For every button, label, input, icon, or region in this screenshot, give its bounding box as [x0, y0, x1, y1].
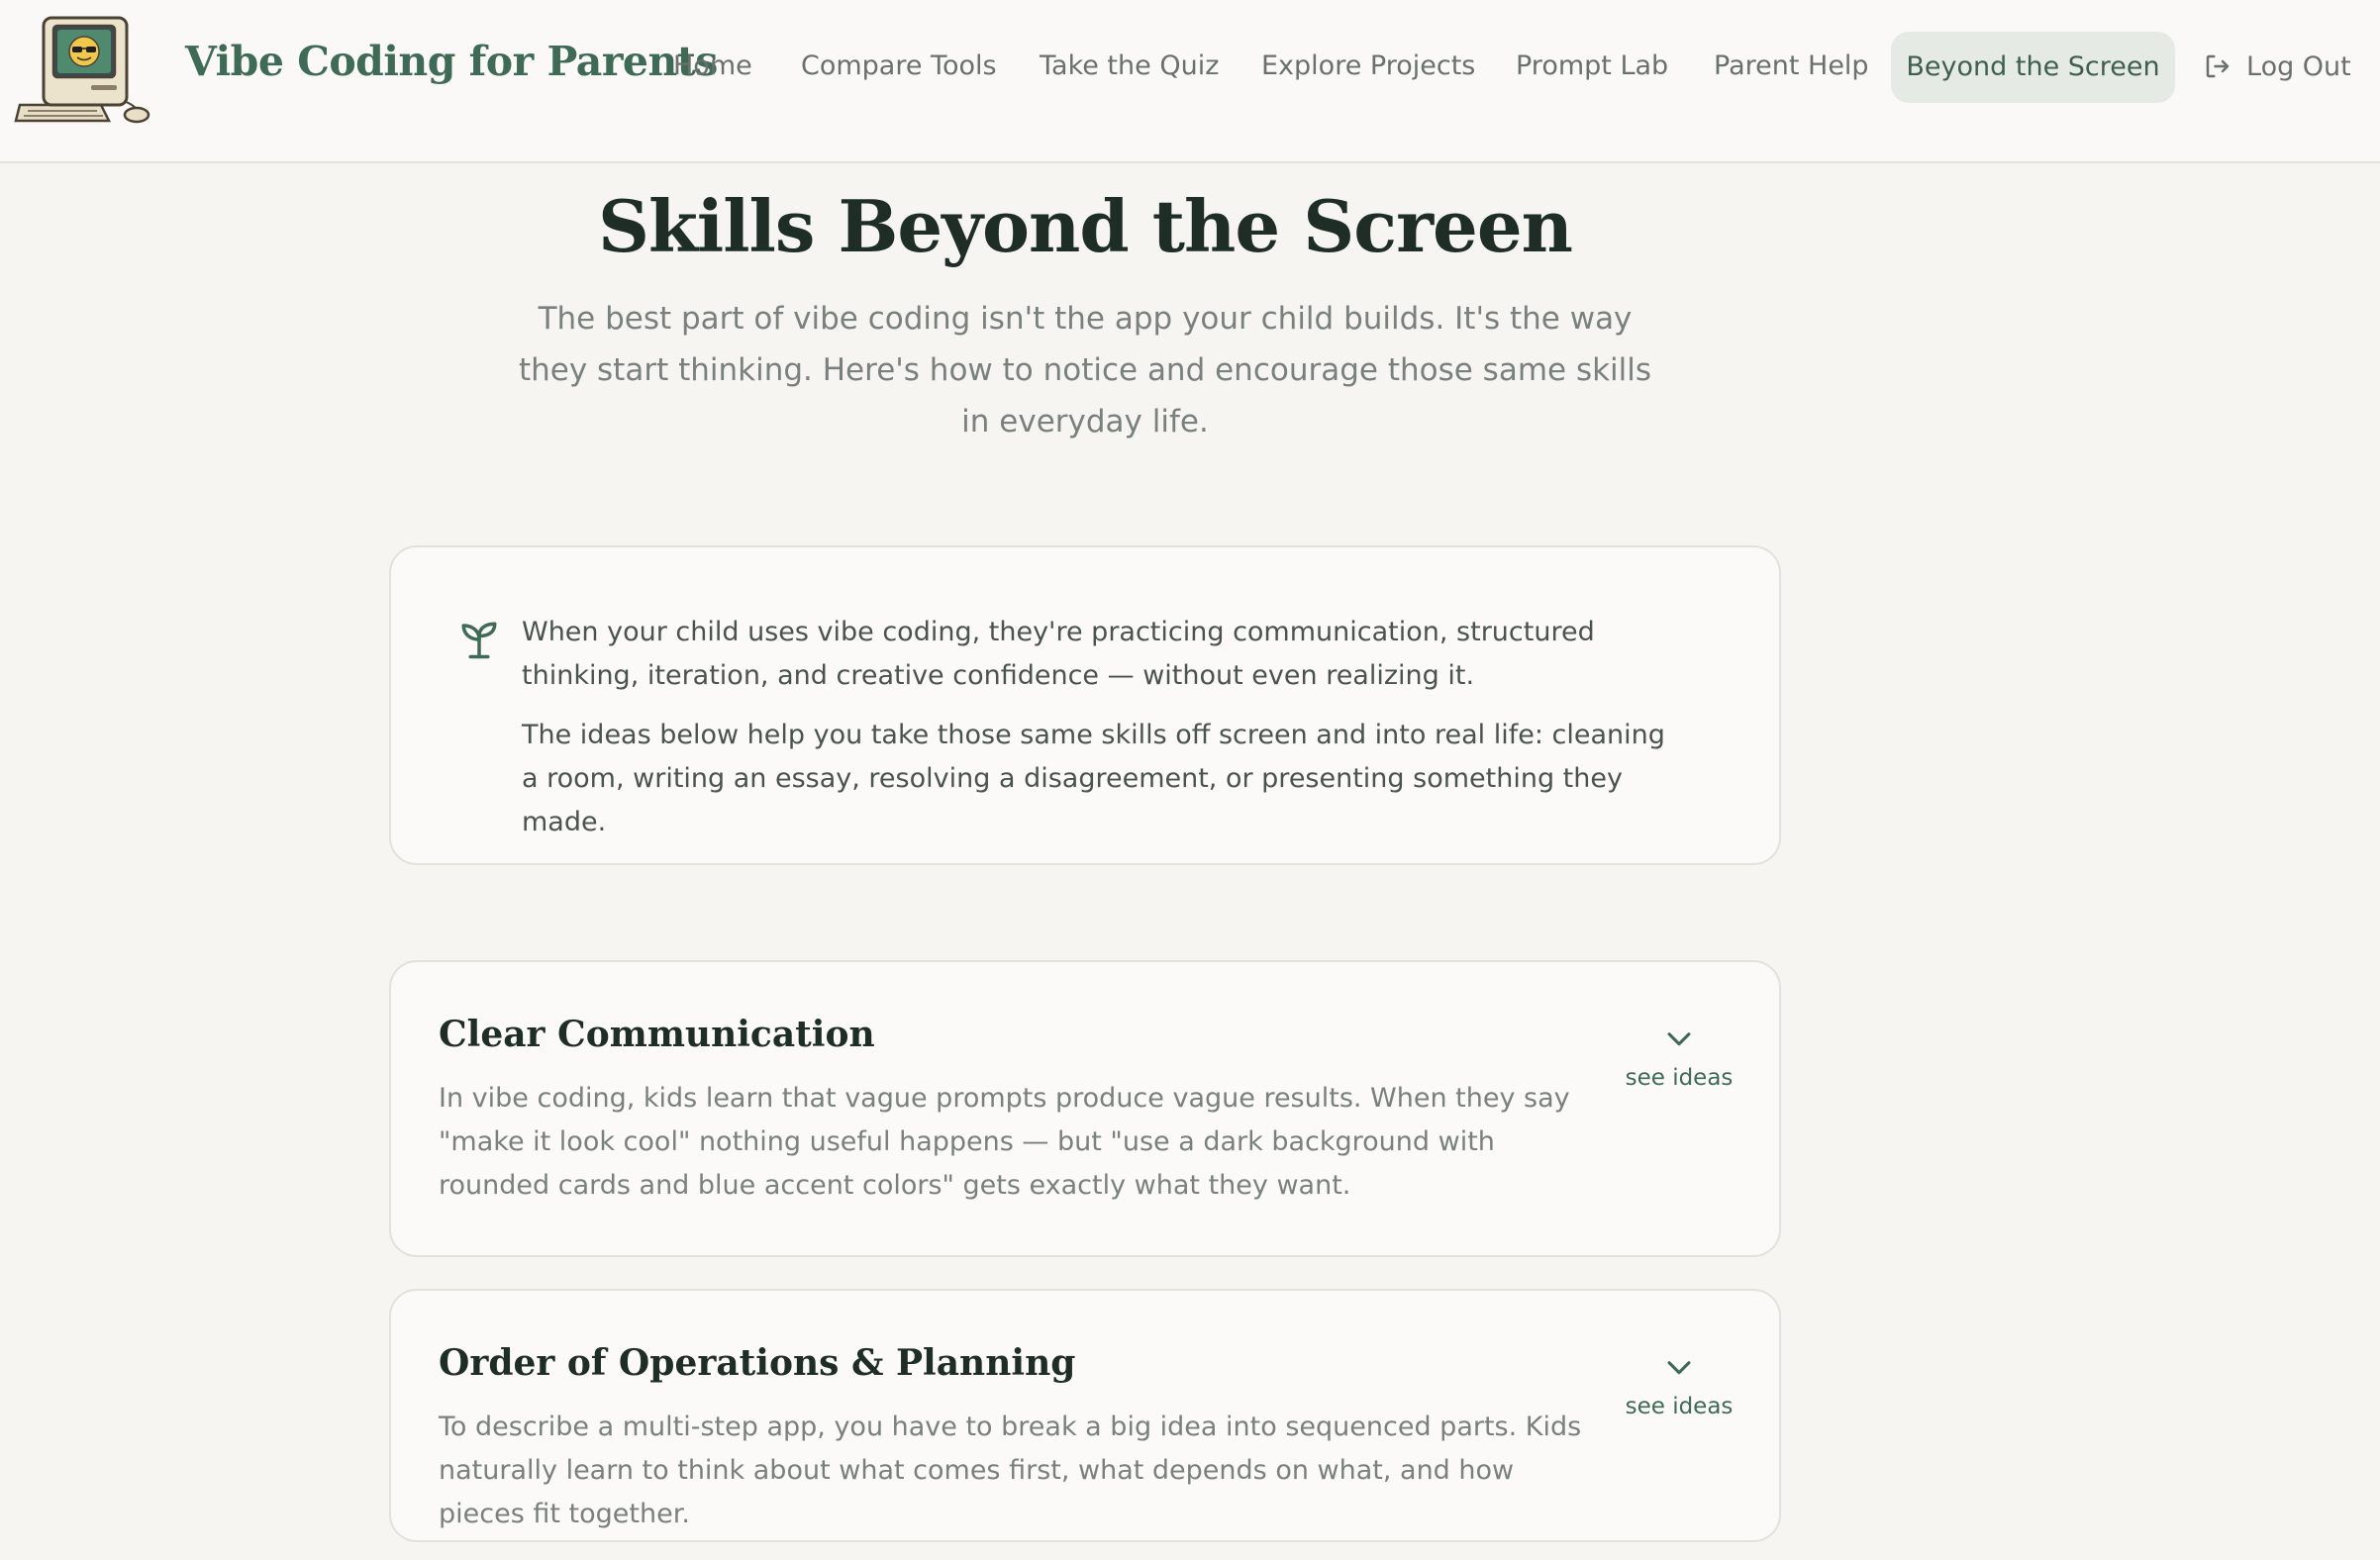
logout-icon — [2206, 54, 2230, 78]
see-ideas-label: see ideas — [1625, 1065, 1734, 1091]
retro-computer-logo-icon[interactable] — [14, 14, 156, 129]
nav-parent-help[interactable]: Parent Help — [1714, 0, 1869, 133]
intro-card: When your child uses vibe coding, they'r… — [389, 545, 1781, 865]
skill-title: Order of Operations & Planning — [439, 1342, 1076, 1384]
logout-button[interactable]: Log Out — [2203, 0, 2351, 133]
page-title: Skills Beyond the Screen — [597, 184, 1573, 268]
skill-card-order-of-operations[interactable]: Order of Operations & Planning To descri… — [389, 1289, 1781, 1542]
nav-explore-projects[interactable]: Explore Projects — [1261, 0, 1475, 133]
intro-text: When your child uses vibe coding, they'r… — [522, 611, 1670, 844]
intro-paragraph: When your child uses vibe coding, they'r… — [522, 617, 1595, 691]
nav-beyond-the-screen-active[interactable]: Beyond the Screen — [1891, 32, 2175, 103]
nav-home[interactable]: Home — [673, 0, 752, 133]
logout-label: Log Out — [2246, 50, 2351, 82]
skill-card-clear-communication[interactable]: Clear Communication In vibe coding, kids… — [389, 960, 1781, 1257]
nav-prompt-lab[interactable]: Prompt Lab — [1516, 0, 1668, 133]
skill-title: Clear Communication — [439, 1014, 875, 1055]
skill-description: In vibe coding, kids learn that vague pr… — [439, 1083, 1570, 1201]
chevron-down-icon — [1667, 1032, 1691, 1046]
nav-take-the-quiz[interactable]: Take the Quiz — [1040, 0, 1219, 133]
chevron-down-icon — [1667, 1361, 1691, 1375]
sprout-icon — [461, 622, 497, 659]
nav-compare-tools[interactable]: Compare Tools — [801, 0, 997, 133]
see-ideas-toggle[interactable]: see ideas — [1625, 1022, 1734, 1091]
top-navigation-bar: Vibe Coding for Parents Home Compare Too… — [0, 0, 2380, 163]
skill-description: To describe a multi-step app, you have t… — [439, 1412, 1582, 1529]
page-subtitle: The best part of vibe coding isn't the a… — [518, 301, 1652, 439]
see-ideas-toggle[interactable]: see ideas — [1625, 1350, 1734, 1419]
intro-paragraph: The ideas below help you take those same… — [522, 720, 1665, 837]
brand-title[interactable]: Vibe Coding for Parents — [185, 38, 718, 85]
see-ideas-label: see ideas — [1625, 1394, 1734, 1419]
